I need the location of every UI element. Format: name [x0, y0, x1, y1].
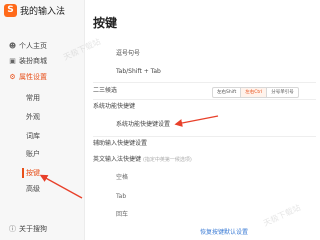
sidebar-item-label: 属性设置: [19, 73, 47, 81]
info-icon: ⓘ: [9, 225, 16, 233]
sidebar-item-label: 关于搜狗: [19, 225, 47, 233]
bracket-option[interactable]: 逗号句号: [116, 49, 140, 59]
sidebar-item-label: 账户: [26, 150, 40, 158]
main-panel: 按键 逗号句号 Tab/Shift + Tab 二三候选 左右Shift 左右C…: [85, 0, 320, 240]
active-indicator: [22, 168, 24, 178]
settings-icon: ⚙: [9, 73, 16, 81]
person-icon: ☻: [8, 42, 17, 50]
sys-shortcut-settings-link[interactable]: 系统功能快捷键设置: [116, 120, 170, 130]
sidebar-item-account[interactable]: 账户: [0, 147, 84, 161]
sidebar-item-advanced[interactable]: 高级: [0, 182, 84, 196]
app-brand: S 我的输入法: [4, 3, 65, 17]
en-shortcut-hint: (指定中英第一候选项): [142, 157, 192, 163]
sidebar-item-keys[interactable]: 按键: [0, 166, 84, 180]
sidebar-item-label: 高级: [26, 185, 40, 193]
candidate-selector: 左右Shift 左右Ctrl 分号单引号: [212, 87, 299, 98]
sidebar-item-about[interactable]: ⓘ 关于搜狗: [0, 222, 84, 236]
restore-defaults-link[interactable]: 恢复按键默认设置: [200, 227, 248, 236]
candidate-label: 二三候选: [93, 87, 118, 94]
sidebar-item-common[interactable]: 常用: [0, 91, 84, 105]
sidebar: S 我的输入法 ☻ 个人主页 ▣ 装扮商城 ⚙ 属性设置 常用 外观 词库 账户…: [0, 0, 85, 240]
sidebar-item-label: 个人主页: [19, 42, 47, 50]
sidebar-item-label: 词库: [26, 132, 40, 140]
app-title: 我的输入法: [20, 6, 66, 17]
enter-option[interactable]: 回车: [116, 210, 128, 220]
sidebar-item-label: 外观: [26, 113, 40, 121]
space-option[interactable]: 空格: [116, 173, 128, 183]
tab-shift-option[interactable]: Tab/Shift + Tab: [116, 67, 161, 77]
sidebar-item-appearance[interactable]: 外观: [0, 110, 84, 124]
app-logo: S: [4, 3, 17, 17]
sidebar-item-label: 装扮商城: [19, 57, 47, 65]
en-shortcut-title: 英文输入法快捷键: [93, 156, 142, 163]
store-icon: ▣: [9, 57, 16, 65]
sidebar-item-label: 常用: [26, 94, 40, 102]
sidebar-item-settings[interactable]: ⚙ 属性设置: [0, 70, 84, 84]
candidate-option-ctrl[interactable]: 左右Ctrl: [241, 88, 268, 97]
page-title: 按键: [93, 16, 118, 30]
candidate-option-semicolon[interactable]: 分号单引号: [267, 88, 298, 97]
divider: [93, 99, 316, 100]
candidate-option-shift[interactable]: 左右Shift: [213, 88, 242, 97]
divider: [93, 82, 316, 83]
divider: [93, 136, 316, 137]
en-shortcut-label: 英文输入法快捷键 (指定中英第一候选项): [93, 155, 192, 165]
sidebar-item-label: 按键: [26, 169, 40, 177]
sidebar-item-lexicon[interactable]: 词库: [0, 129, 84, 143]
sys-shortcut-heading: 系统功能快捷键: [93, 103, 136, 110]
aux-shortcut-settings[interactable]: 辅助输入快捷键设置: [93, 139, 147, 149]
tab-option[interactable]: Tab: [116, 192, 126, 202]
